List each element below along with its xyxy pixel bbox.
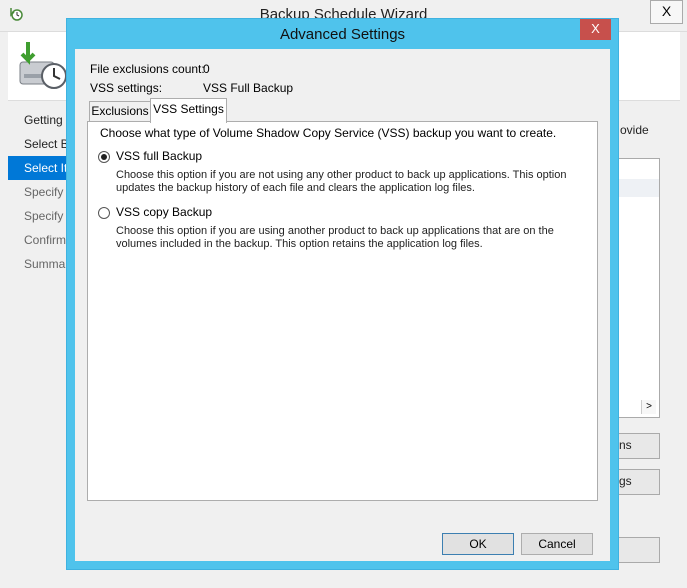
vss-copy-radio[interactable] [98,207,110,219]
nav-confirm[interactable]: Confirm [8,228,68,252]
list-item[interactable] [619,179,659,197]
close-icon: X [591,21,600,36]
nav-getting-started[interactable]: Getting [8,108,68,132]
radio-selected-icon [101,154,107,160]
dialog-close-button[interactable]: X [580,19,611,40]
ok-button[interactable]: OK [442,533,514,555]
vss-intro-text: Choose what type of Volume Shadow Copy S… [100,126,557,140]
tab-exclusions[interactable]: Exclusions [89,101,151,121]
vss-settings-value: VSS Full Backup [203,81,294,95]
vss-full-description: Choose this option if you are not using … [116,169,567,194]
vss-settings-panel: Choose what type of Volume Shadow Copy S… [87,121,598,501]
close-icon: X [661,3,672,19]
wizard-close-button[interactable]: X [650,0,683,24]
chevron-right-icon[interactable]: > [641,400,656,414]
wizard-advanced-settings-button[interactable]: gs [616,469,660,495]
vss-copy-description: Choose this option if you are using anot… [116,225,554,250]
tab-vss-settings[interactable]: VSS Settings [150,98,227,123]
vss-copy-label[interactable]: VSS copy Backup [116,205,212,219]
exclusions-count-label: File exclusions count: [90,62,205,76]
backup-clock-icon [16,38,72,94]
vss-full-radio[interactable] [98,151,110,163]
wizard-nav: Getting Select Ba Select Ite Specify I S… [8,108,75,276]
wizard-exclusions-button[interactable]: ns [616,433,660,459]
nav-specify-destination[interactable]: Specify I [8,204,70,228]
dialog-title: Advanced Settings [279,26,406,43]
wizard-next-button[interactable] [616,537,660,563]
nav-specify-time[interactable]: Specify I [8,180,70,204]
wizard-instruction-text: ovide [620,123,649,137]
nav-summary[interactable]: Summar [8,252,69,276]
nav-select-backup[interactable]: Select Ba [8,132,75,156]
cancel-button[interactable]: Cancel [521,533,593,555]
advanced-settings-dialog: Advanced Settings X File exclusions coun… [66,18,619,570]
vss-full-label[interactable]: VSS full Backup [116,149,202,163]
wizard-items-list[interactable] [618,158,660,418]
nav-select-items[interactable]: Select Ite [8,156,74,180]
exclusions-count-value: 0 [203,62,210,76]
dialog-body: File exclusions count: 0 VSS settings: V… [75,49,610,561]
vss-settings-label: VSS settings: [90,81,163,95]
